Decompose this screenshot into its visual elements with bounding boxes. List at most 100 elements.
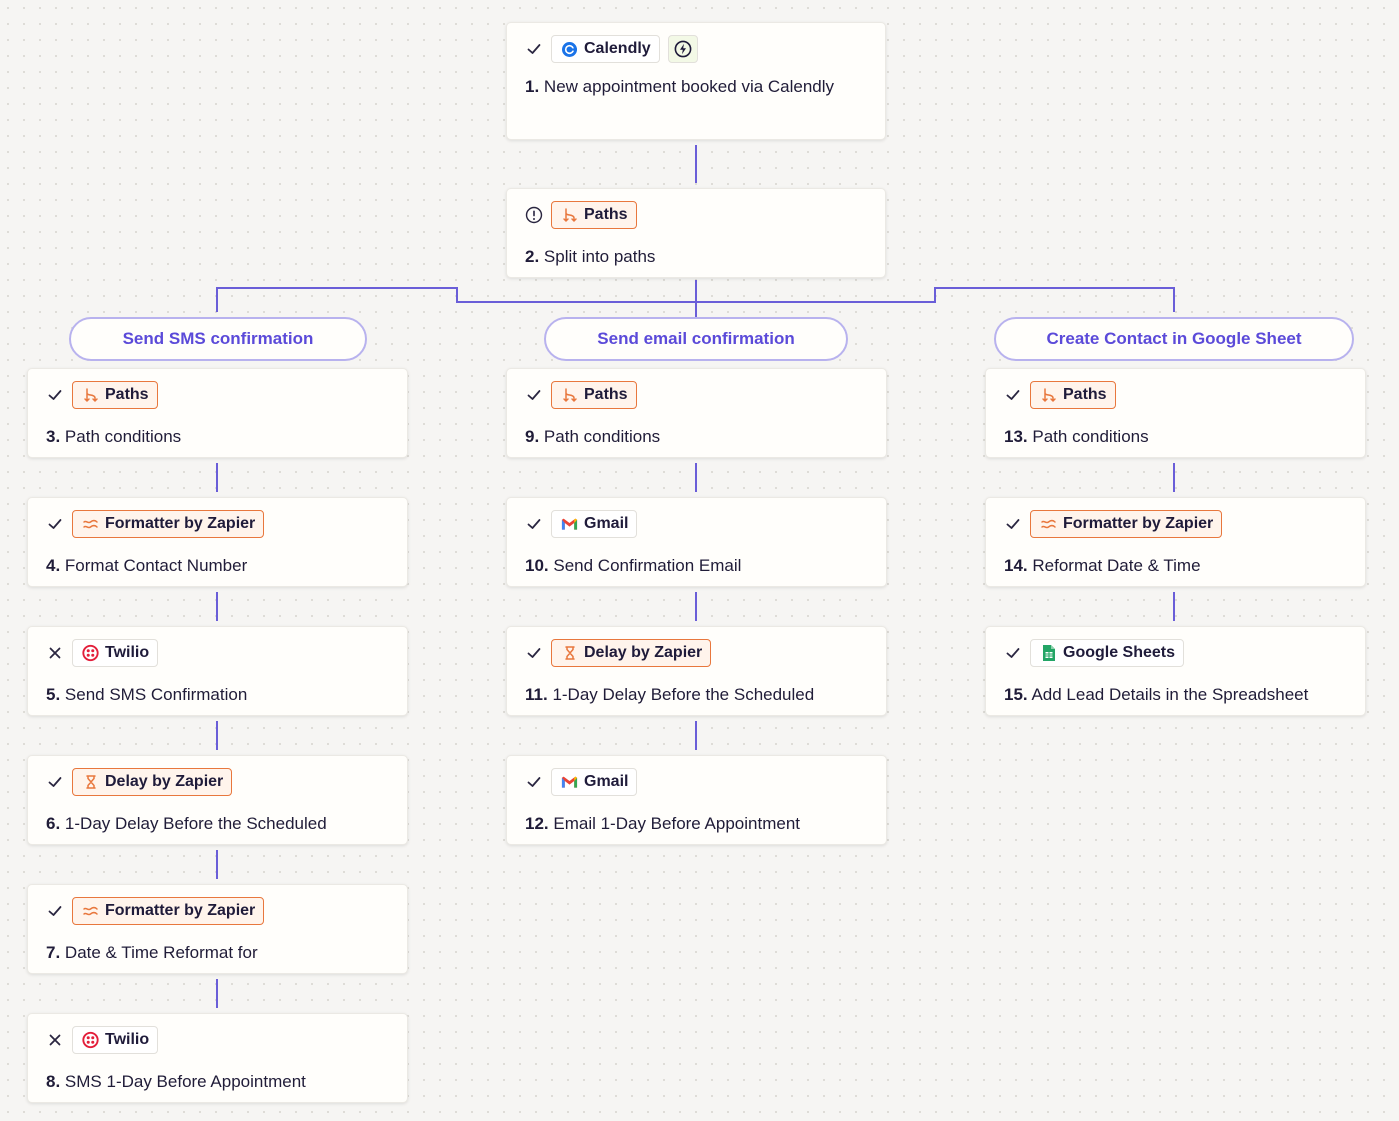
step-number: 14. (1004, 556, 1028, 575)
step-4-card[interactable]: Formatter by Zapier 4. Format Contact Num… (27, 497, 408, 587)
gmail-icon (561, 516, 578, 533)
step-title-text: Send Confirmation Email (553, 556, 742, 575)
step-title: 5. Send SMS Confirmation (46, 681, 389, 709)
hourglass-icon (82, 774, 99, 791)
app-name: Delay by Zapier (105, 773, 224, 790)
step-number: 12. (525, 814, 549, 833)
step-title-text: Path conditions (543, 427, 661, 446)
google-sheets-icon (1040, 645, 1057, 662)
step-8-card[interactable]: Twilio 8. SMS 1-Day Before Appointment (27, 1013, 408, 1103)
connector-split-right (696, 287, 1175, 312)
formatter-icon (82, 903, 99, 920)
step-title: 2. Split into paths (525, 247, 656, 266)
formatter-icon (82, 516, 99, 533)
app-name: Formatter by Zapier (105, 902, 256, 919)
app-chip: Google Sheets (1030, 639, 1185, 667)
app-name: Formatter by Zapier (105, 515, 256, 532)
workflow-canvas: Calendly 1. New appointment booked via C… (0, 0, 1399, 1121)
step-12-card[interactable]: Gmail 12. Email 1-Day Before Appointment (506, 755, 887, 845)
step-13-card[interactable]: Paths 13. Path conditions (985, 368, 1366, 458)
app-chip: Formatter by Zapier (72, 897, 265, 925)
step-15-card[interactable]: Google Sheets 15. Add Lead Details in the… (985, 626, 1366, 716)
step-title: 14. Reformat Date & Time (1004, 552, 1347, 580)
app-chip: Twilio (72, 639, 159, 667)
step-header: Delay by Zapier (525, 639, 712, 667)
app-chip-calendly: Calendly (551, 35, 660, 63)
step-number: 13. (1004, 427, 1028, 446)
step-10-card[interactable]: Gmail 10. Send Confirmation Email (506, 497, 887, 587)
step-number: 9. (525, 427, 540, 446)
step-title-text: Send SMS Confirmation (64, 685, 248, 704)
app-chip: Paths (1030, 381, 1116, 409)
step-header: Gmail (525, 768, 638, 796)
step-header: Gmail (525, 510, 638, 538)
step-2-split-into-paths[interactable]: Paths 2. Split into paths (506, 188, 886, 278)
check-icon (1004, 644, 1022, 662)
paths-icon (1040, 387, 1057, 404)
app-chip: Gmail (551, 510, 638, 538)
app-name: Gmail (584, 773, 629, 790)
step-header: Formatter by Zapier (46, 510, 265, 538)
step-5-card[interactable]: Twilio 5. Send SMS Confirmation (27, 626, 408, 716)
step-title: 13. Path conditions (1004, 423, 1347, 451)
step-title: 8. SMS 1-Day Before Appointment (46, 1068, 389, 1096)
app-name: Twilio (105, 1031, 150, 1048)
branch-label-sms[interactable]: Send SMS confirmation (69, 317, 367, 361)
step-header: Paths (525, 381, 637, 409)
twilio-icon (82, 644, 99, 662)
app-name: Paths (584, 386, 628, 403)
step-number: 15. (1004, 685, 1028, 704)
step-title: 4. Format Contact Number (46, 552, 389, 580)
branch-label-google-sheet[interactable]: Create Contact in Google Sheet (994, 317, 1354, 361)
step-header: Paths (46, 381, 158, 409)
app-chip: Twilio (72, 1026, 159, 1054)
step-title-text: Path conditions (64, 427, 182, 446)
app-chip: Delay by Zapier (551, 639, 712, 667)
paths-icon (561, 207, 578, 224)
step-title: 15. Add Lead Details in the Spreadsheet (1004, 681, 1347, 709)
step-header: Twilio (46, 639, 159, 667)
check-icon (525, 644, 543, 662)
step-11-card[interactable]: Delay by Zapier 11. 1-Day Delay Before th… (506, 626, 887, 716)
calendly-icon (561, 41, 578, 58)
step-header: Paths (1004, 381, 1116, 409)
step-title-text: 1-Day Delay Before the Scheduled (552, 685, 815, 704)
app-name: Gmail (584, 515, 629, 532)
step-7-card[interactable]: Formatter by Zapier 7. Date & Time Reform… (27, 884, 408, 974)
app-name: Delay by Zapier (584, 644, 703, 661)
step-title: 1. New appointment booked via Calendly (525, 77, 835, 96)
check-icon (525, 773, 543, 791)
check-icon (525, 40, 543, 58)
step-number: 10. (525, 556, 549, 575)
step-title: 11. 1-Day Delay Before the Scheduled (525, 681, 868, 709)
paths-icon (561, 387, 578, 404)
app-chip-paths: Paths (551, 201, 637, 229)
step-header: Twilio (46, 1026, 159, 1054)
twilio-icon (82, 1031, 99, 1049)
app-name: Paths (584, 206, 628, 223)
step-6-card[interactable]: Delay by Zapier 6. 1-Day Delay Before the… (27, 755, 408, 845)
step-title-text: Date & Time Reformat for (64, 943, 258, 962)
check-icon (525, 515, 543, 533)
step-header: Formatter by Zapier (1004, 510, 1223, 538)
app-name: Twilio (105, 644, 150, 661)
step-1-trigger[interactable]: Calendly 1. New appointment booked via C… (506, 22, 886, 140)
check-icon (1004, 386, 1022, 404)
app-name: Google Sheets (1063, 644, 1176, 661)
formatter-icon (1040, 516, 1057, 533)
step-title: 6. 1-Day Delay Before the Scheduled (46, 810, 389, 838)
step-9-card[interactable]: Paths 9. Path conditions (506, 368, 887, 458)
step-title: 3. Path conditions (46, 423, 389, 451)
app-chip: Formatter by Zapier (72, 510, 265, 538)
step-3-card[interactable]: Paths 3. Path conditions (27, 368, 408, 458)
app-name: Paths (1063, 386, 1107, 403)
step-14-card[interactable]: Formatter by Zapier 14. Reformat Date & T… (985, 497, 1366, 587)
check-icon (1004, 515, 1022, 533)
step-number: 11. (525, 685, 548, 704)
step-title: 12. Email 1-Day Before Appointment (525, 810, 868, 838)
x-icon (46, 644, 64, 662)
branch-label-email[interactable]: Send email confirmation (544, 317, 848, 361)
step-header: Google Sheets (1004, 639, 1185, 667)
app-chip: Paths (551, 381, 637, 409)
step-title-text: 1-Day Delay Before the Scheduled (64, 814, 327, 833)
